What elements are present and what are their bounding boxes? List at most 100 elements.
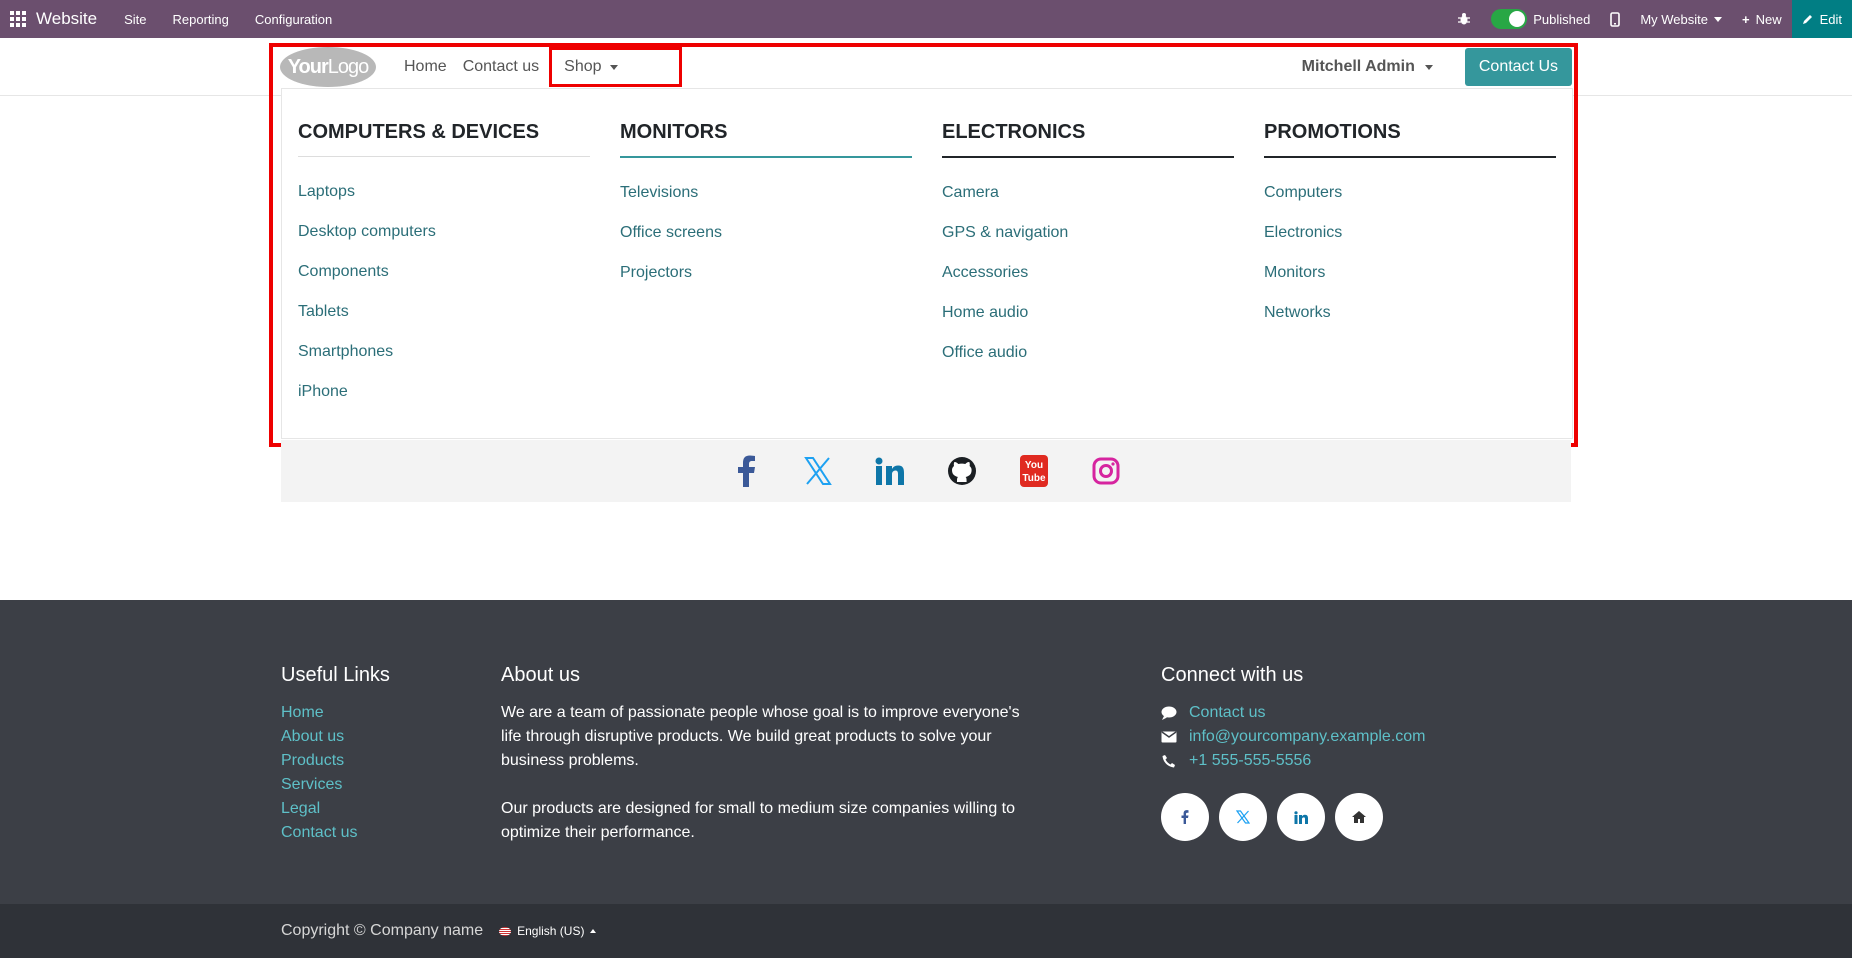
mega-link-smartphones[interactable]: Smartphones xyxy=(298,343,590,383)
home-icon[interactable] xyxy=(1335,793,1383,841)
x-twitter-icon[interactable] xyxy=(801,454,835,488)
mobile-preview-button[interactable] xyxy=(1600,11,1630,27)
menu-reporting[interactable]: Reporting xyxy=(160,12,242,27)
mega-link-camera[interactable]: Camera xyxy=(942,184,1234,224)
footer-about: About us We are a team of passionate peo… xyxy=(501,664,1031,869)
footer-useful-links: Useful Links Home About us Products Serv… xyxy=(281,664,481,845)
logo-text-bold: Your xyxy=(287,55,329,78)
nav-shop-dropdown[interactable]: Shop xyxy=(549,47,683,87)
mega-link-desktop-computers[interactable]: Desktop computers xyxy=(298,223,590,263)
footer-link-legal[interactable]: Legal xyxy=(281,797,481,821)
footer-heading: Connect with us xyxy=(1161,664,1304,686)
github-icon[interactable] xyxy=(945,454,979,488)
site-logo[interactable]: Your Logo xyxy=(280,47,376,87)
mega-link-office-screens[interactable]: Office screens xyxy=(620,224,912,264)
mega-column-computers: COMPUTERS & DEVICES Laptops Desktop comp… xyxy=(298,121,590,423)
publish-toggle[interactable]: Published xyxy=(1481,9,1600,29)
footer-contact-link[interactable]: Contact us xyxy=(1189,701,1265,725)
svg-text:You: You xyxy=(1025,460,1043,471)
facebook-icon[interactable] xyxy=(729,454,763,488)
instagram-icon[interactable] xyxy=(1089,454,1123,488)
language-selector[interactable]: English (US) xyxy=(499,924,597,938)
linkedin-icon[interactable] xyxy=(873,454,907,488)
footer-link-services[interactable]: Services xyxy=(281,773,481,797)
mega-link-networks[interactable]: Networks xyxy=(1264,304,1556,344)
about-paragraph: We are a team of passionate people whose… xyxy=(501,704,1020,769)
mega-link-office-audio[interactable]: Office audio xyxy=(942,344,1234,384)
youtube-icon[interactable]: You Tube xyxy=(1017,454,1051,488)
svg-text:Tube: Tube xyxy=(1022,473,1046,484)
bug-icon xyxy=(1458,13,1471,25)
contact-row: info@yourcompany.example.com xyxy=(1161,725,1561,749)
menu-configuration[interactable]: Configuration xyxy=(242,12,345,27)
edit-button[interactable]: Edit xyxy=(1791,0,1852,38)
mega-link-accessories[interactable]: Accessories xyxy=(942,264,1234,304)
footer-connect: Connect with us Contact us info@yourcomp… xyxy=(1161,664,1561,841)
footer: Useful Links Home About us Products Serv… xyxy=(0,600,1852,904)
facebook-icon[interactable] xyxy=(1161,793,1209,841)
mega-column-title: MONITORS xyxy=(620,121,912,158)
grid-icon xyxy=(10,11,26,27)
mega-link-laptops[interactable]: Laptops xyxy=(298,183,590,223)
mega-link-computers[interactable]: Computers xyxy=(1264,184,1556,224)
mega-link-electronics[interactable]: Electronics xyxy=(1264,224,1556,264)
mega-link-televisions[interactable]: Televisions xyxy=(620,184,912,224)
logo-text-rest: Logo xyxy=(327,55,369,78)
shop-mega-menu: COMPUTERS & DEVICES Laptops Desktop comp… xyxy=(281,88,1573,439)
edit-label: Edit xyxy=(1819,11,1842,27)
mega-column-title: PROMOTIONS xyxy=(1264,121,1556,158)
shop-label: Shop xyxy=(564,58,602,75)
mega-column-monitors: MONITORS Televisions Office screens Proj… xyxy=(620,121,912,304)
mega-link-tablets[interactable]: Tablets xyxy=(298,303,590,343)
apps-menu-button[interactable] xyxy=(0,0,36,38)
social-band: You Tube xyxy=(281,440,1571,502)
nav-home[interactable]: Home xyxy=(404,58,447,76)
footer-heading: Useful Links xyxy=(281,664,390,686)
language-label: English (US) xyxy=(517,924,585,938)
new-button[interactable]: + New xyxy=(1732,12,1792,27)
user-menu[interactable]: Mitchell Admin xyxy=(1302,58,1433,76)
website-switcher[interactable]: My Website xyxy=(1630,12,1732,27)
app-name[interactable]: Website xyxy=(36,9,97,29)
copyright-text: Copyright © Company name xyxy=(281,922,484,939)
mega-link-gps-navigation[interactable]: GPS & navigation xyxy=(942,224,1234,264)
phone-icon xyxy=(1161,754,1177,768)
about-paragraph: Our products are designed for small to m… xyxy=(501,800,1016,841)
comment-icon xyxy=(1161,706,1177,720)
chevron-up-icon xyxy=(590,929,597,933)
chevron-down-icon xyxy=(1424,64,1433,70)
website-label: My Website xyxy=(1640,11,1708,27)
linkedin-icon[interactable] xyxy=(1277,793,1325,841)
mega-column-electronics: ELECTRONICS Camera GPS & navigation Acce… xyxy=(942,121,1234,384)
us-flag-icon xyxy=(499,926,512,936)
footer-link-about[interactable]: About us xyxy=(281,725,481,749)
pencil-icon xyxy=(1802,15,1812,24)
contact-row: +1 555-555-5556 xyxy=(1161,749,1561,773)
debug-button[interactable] xyxy=(1447,12,1481,26)
mega-link-projectors[interactable]: Projectors xyxy=(620,264,912,304)
user-name: Mitchell Admin xyxy=(1301,58,1415,75)
footer-link-home[interactable]: Home xyxy=(281,701,481,725)
plus-icon: + xyxy=(1741,11,1750,27)
admin-bar: Website Site Reporting Configuration Pub… xyxy=(0,0,1852,38)
chevron-down-icon xyxy=(1713,16,1722,22)
footer-link-products[interactable]: Products xyxy=(281,749,481,773)
mega-column-title: ELECTRONICS xyxy=(942,121,1234,158)
contact-us-button[interactable]: Contact Us xyxy=(1464,48,1572,86)
envelope-icon xyxy=(1161,731,1177,743)
menu-site[interactable]: Site xyxy=(111,12,159,27)
footer-social-row xyxy=(1161,793,1561,841)
toggle-switch[interactable] xyxy=(1491,9,1528,29)
mega-link-home-audio[interactable]: Home audio xyxy=(942,304,1234,344)
mega-link-iphone[interactable]: iPhone xyxy=(298,383,590,423)
footer-phone-link[interactable]: +1 555-555-5556 xyxy=(1189,749,1311,773)
footer-link-contact[interactable]: Contact us xyxy=(281,821,481,845)
mega-link-monitors[interactable]: Monitors xyxy=(1264,264,1556,304)
nav-contact[interactable]: Contact us xyxy=(463,58,539,76)
mega-column-title: COMPUTERS & DEVICES xyxy=(298,121,590,157)
mega-column-promotions: PROMOTIONS Computers Electronics Monitor… xyxy=(1264,121,1556,344)
x-twitter-icon[interactable] xyxy=(1219,793,1267,841)
footer-email-link[interactable]: info@yourcompany.example.com xyxy=(1189,725,1426,749)
mobile-icon xyxy=(1610,11,1621,27)
mega-link-components[interactable]: Components xyxy=(298,263,590,303)
